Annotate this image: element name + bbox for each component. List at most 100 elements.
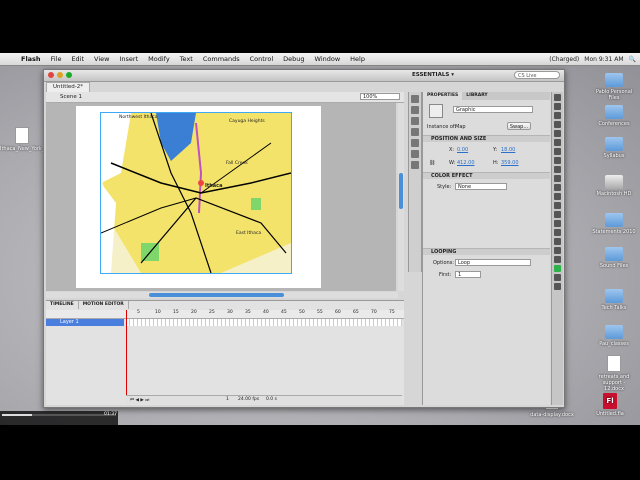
- menu-commands[interactable]: Commands: [198, 55, 245, 63]
- minimize-window-button[interactable]: [57, 72, 63, 78]
- looping-section[interactable]: LOOPING: [423, 248, 550, 255]
- y-value[interactable]: 18.00: [501, 147, 515, 153]
- frame-rate[interactable]: 24.00 fps: [238, 397, 259, 402]
- workspace-switcher[interactable]: ESSENTIALS ▾: [412, 72, 454, 78]
- eyedropper-tool-icon[interactable]: [554, 220, 561, 227]
- stage-vertical-scrollbar[interactable]: [398, 103, 404, 291]
- frame-number: 75: [389, 310, 395, 315]
- loop-options-select[interactable]: Loop: [455, 259, 531, 266]
- spotlight-icon[interactable]: 🔍: [629, 56, 636, 63]
- playhead[interactable]: [126, 310, 127, 402]
- transform-panel-icon[interactable]: [411, 139, 419, 147]
- text-tool-icon[interactable]: [554, 148, 561, 155]
- desktop-folder-tech-talks[interactable]: Tech Talks: [592, 289, 636, 311]
- deco-tool-icon[interactable]: [554, 193, 561, 200]
- rectangle-tool-icon[interactable]: [554, 166, 561, 173]
- x-label: X:: [449, 147, 455, 153]
- playback-controls-icon[interactable]: ⏮ ◀ ▶ ⏭: [130, 397, 149, 403]
- menu-control[interactable]: Control: [245, 55, 279, 63]
- desktop-file-untitled-fla[interactable]: Fl Untitled.fla: [588, 393, 632, 417]
- brush-tool-icon[interactable]: [554, 184, 561, 191]
- menu-edit[interactable]: Edit: [66, 55, 89, 63]
- frame-ruler[interactable]: 5 10 15 20 25 30 35 40 45 50 55 60 65 70…: [46, 310, 404, 319]
- menu-view[interactable]: View: [89, 55, 114, 63]
- desktop-file-map-gif[interactable]: Ithaca_New_York_map_2.gif: [0, 127, 69, 152]
- w-value[interactable]: 412.00: [457, 160, 475, 166]
- first-label: First:: [439, 272, 452, 278]
- menu-debug[interactable]: Debug: [278, 55, 309, 63]
- stage[interactable]: Northwest Ithaca Cayuga Heights Fall Cre…: [76, 106, 321, 288]
- scroll-thumb[interactable]: [149, 293, 284, 297]
- motion-presets-icon[interactable]: [411, 161, 419, 169]
- free-transform-tool-icon[interactable]: [554, 112, 561, 119]
- lasso-tool-icon[interactable]: [554, 130, 561, 137]
- layer-row[interactable]: Layer 1: [46, 319, 404, 326]
- tab-motion-editor[interactable]: MOTION EDITOR: [79, 301, 129, 309]
- desktop-folder-syllabus[interactable]: Syllabus: [592, 137, 636, 159]
- pen-tool-icon[interactable]: [554, 139, 561, 146]
- menu-window[interactable]: Window: [310, 55, 346, 63]
- eraser-tool-icon[interactable]: [554, 229, 561, 236]
- components-panel-icon[interactable]: [411, 150, 419, 158]
- scroll-thumb[interactable]: [399, 173, 403, 209]
- link-dimensions-icon[interactable]: ⛓: [429, 160, 435, 166]
- info-panel-icon[interactable]: [411, 128, 419, 136]
- desktop-file-retreats[interactable]: retreats and support - 12.docx: [592, 355, 636, 392]
- 3d-rotation-tool-icon[interactable]: [554, 121, 561, 128]
- battery-status[interactable]: (Charged): [549, 56, 579, 63]
- h-value[interactable]: 359.00: [501, 160, 519, 166]
- x-value[interactable]: 0.00: [457, 147, 468, 153]
- tab-timeline[interactable]: TIMELINE: [46, 301, 79, 309]
- swap-colors-icon[interactable]: [554, 274, 561, 281]
- menu-flash[interactable]: Flash: [16, 55, 46, 63]
- menu-file[interactable]: File: [46, 55, 67, 63]
- style-select[interactable]: None: [455, 183, 507, 190]
- desktop-folder-statements[interactable]: Statements 2010: [592, 213, 636, 235]
- video-progress[interactable]: [2, 414, 116, 416]
- hand-tool-icon[interactable]: [554, 238, 561, 245]
- desktop-folder-sound-files[interactable]: Sound Files: [592, 247, 636, 269]
- map-graphic[interactable]: Northwest Ithaca Cayuga Heights Fall Cre…: [100, 112, 292, 274]
- folder-icon: [605, 105, 623, 119]
- color-panel-icon[interactable]: [411, 95, 419, 103]
- layer-name[interactable]: Layer 1: [46, 319, 124, 326]
- subselection-tool-icon[interactable]: [554, 103, 561, 110]
- pencil-tool-icon[interactable]: [554, 175, 561, 182]
- stroke-color-swatch[interactable]: [554, 256, 561, 263]
- desktop-folder-personal[interactable]: Pablo Personal Files: [592, 73, 636, 101]
- scene-breadcrumb[interactable]: Scene 1: [60, 94, 82, 100]
- paint-bucket-tool-icon[interactable]: [554, 211, 561, 218]
- bone-tool-icon[interactable]: [554, 202, 561, 209]
- menu-text[interactable]: Text: [175, 55, 198, 63]
- cs-live-search[interactable]: CS Live: [514, 71, 560, 79]
- swatches-panel-icon[interactable]: [411, 106, 419, 114]
- edit-bar: Scene 1 100%: [46, 92, 404, 103]
- close-window-button[interactable]: [48, 72, 54, 78]
- zoom-tool-icon[interactable]: [554, 247, 561, 254]
- line-tool-icon[interactable]: [554, 157, 561, 164]
- swap-button[interactable]: Swap...: [507, 122, 531, 130]
- symbol-type-select[interactable]: Graphic: [453, 106, 533, 113]
- position-size-section[interactable]: POSITION AND SIZE: [423, 135, 550, 142]
- tab-library[interactable]: LIBRARY: [462, 92, 491, 100]
- video-player-bar[interactable]: 01:37: [0, 411, 118, 425]
- menu-clock[interactable]: Mon 9:31 AM: [584, 56, 623, 63]
- selection-tool-icon[interactable]: [554, 94, 561, 101]
- color-effect-section[interactable]: COLOR EFFECT: [423, 172, 550, 179]
- fill-color-swatch[interactable]: [554, 265, 561, 272]
- stage-area[interactable]: Northwest Ithaca Cayuga Heights Fall Cre…: [46, 103, 396, 291]
- align-panel-icon[interactable]: [411, 117, 419, 125]
- desktop-drive-macintosh-hd[interactable]: Macintosh HD: [592, 175, 636, 197]
- desktop-folder-conferences[interactable]: Conferences: [592, 105, 636, 127]
- tab-properties[interactable]: PROPERTIES: [423, 92, 463, 100]
- first-frame-input[interactable]: 1: [455, 271, 481, 278]
- menu-help[interactable]: Help: [345, 55, 370, 63]
- desktop-folder-pau-classes[interactable]: Pau_classes: [592, 325, 636, 347]
- menu-modify[interactable]: Modify: [143, 55, 175, 63]
- snap-to-objects-icon[interactable]: [554, 283, 561, 290]
- zoom-window-button[interactable]: [66, 72, 72, 78]
- menu-insert[interactable]: Insert: [114, 55, 143, 63]
- stage-horizontal-scrollbar[interactable]: [46, 292, 398, 298]
- zoom-select[interactable]: 100%: [360, 93, 400, 100]
- layer-frames[interactable]: [126, 319, 402, 326]
